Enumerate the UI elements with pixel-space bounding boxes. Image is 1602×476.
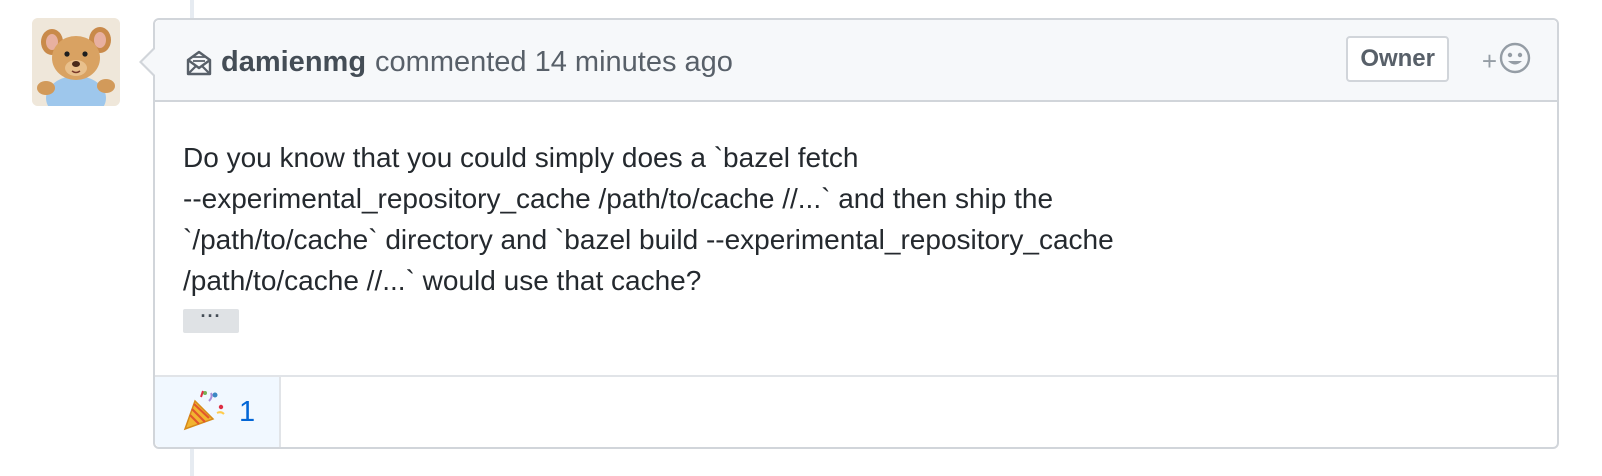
reaction-count: 1 — [239, 395, 256, 428]
smiley-icon — [1499, 42, 1531, 81]
timestamp-link[interactable]: 14 minutes ago — [535, 44, 733, 80]
author-link[interactable]: damienmg — [221, 44, 366, 80]
comment-box: damienmg commented 14 minutes ago Owner … — [139, 18, 1559, 449]
comment-body: Do you know that you could simply does a… — [183, 137, 1523, 301]
comment-header-text: damienmg commented 14 minutes ago — [185, 44, 733, 80]
comment-caret-inner — [142, 48, 156, 76]
avatar[interactable] — [32, 18, 120, 106]
avatar-image — [32, 18, 120, 106]
comment-body-line: --experimental_repository_cache /path/to… — [183, 183, 1054, 214]
comment-body-line: `/path/to/cache` directory and `bazel bu… — [183, 224, 1114, 255]
reaction-tada-button[interactable]: 1 — [155, 377, 281, 447]
plus-label: + — [1481, 45, 1497, 76]
add-reaction-button[interactable]: + — [1482, 42, 1531, 80]
comment-header: damienmg commented 14 minutes ago Owner … — [155, 20, 1557, 102]
comment-body-line: Do you know that you could simply does a… — [183, 142, 859, 173]
reactions-bar: 1 — [155, 375, 1557, 447]
action-text: commented — [375, 46, 527, 78]
email-reply-icon — [185, 48, 213, 76]
comment-body-line: /path/to/cache //...` would use that cac… — [183, 265, 702, 296]
tada-icon — [181, 387, 227, 438]
owner-badge: Owner — [1346, 36, 1449, 82]
hidden-text-expander-button[interactable]: ··· — [183, 307, 239, 333]
